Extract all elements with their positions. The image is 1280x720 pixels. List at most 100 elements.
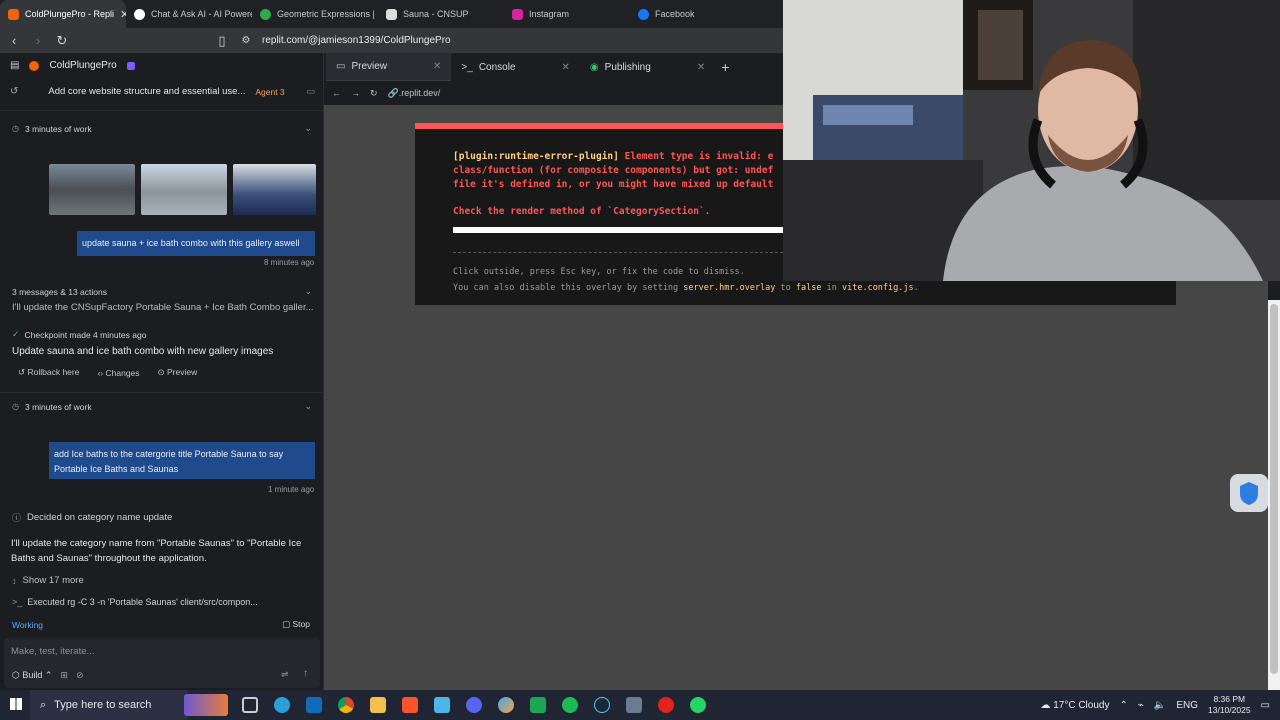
rollback-button[interactable]: ↺ Rollback here bbox=[18, 367, 79, 378]
close-tab-icon[interactable]: ✕ bbox=[433, 61, 441, 72]
tab-label: Publishing bbox=[604, 61, 651, 73]
task-view-icon[interactable] bbox=[242, 697, 258, 713]
build-mode-button[interactable]: ⬡ Build ⌃ bbox=[12, 670, 52, 681]
send-icon[interactable]: ↑ bbox=[303, 668, 308, 679]
changes-label: Changes bbox=[105, 367, 140, 378]
browser-tab-geometric[interactable]: Geometric Expressions | B bbox=[252, 0, 378, 28]
floating-assistant-widget[interactable] bbox=[1230, 474, 1268, 512]
back-icon[interactable]: ‹ bbox=[4, 33, 24, 48]
spotify-icon[interactable] bbox=[562, 697, 578, 713]
message-icon[interactable]: ▭ bbox=[306, 86, 315, 97]
calculator-icon[interactable] bbox=[626, 697, 642, 713]
outlook-icon[interactable] bbox=[306, 697, 322, 713]
error-scroll-bar[interactable] bbox=[453, 227, 783, 233]
tab-publishing[interactable]: ◉ Publishing ✕ bbox=[580, 53, 715, 81]
close-tab-icon[interactable]: ✕ bbox=[562, 62, 570, 73]
chevron-down-icon[interactable]: ⌄ bbox=[304, 286, 312, 297]
preview-label: Preview bbox=[167, 367, 198, 377]
work-summary-2[interactable]: ◷ 3 minutes of work ⌄ bbox=[12, 401, 312, 412]
attach-icon[interactable]: ⊘ bbox=[76, 670, 84, 681]
code-icon: ‹› bbox=[97, 367, 106, 378]
gallery-thumbnail-1[interactable] bbox=[49, 164, 135, 215]
terminal-icon: >_ bbox=[12, 597, 23, 607]
red-app-icon[interactable] bbox=[658, 697, 674, 713]
stop-button[interactable]: ▢ Stop bbox=[282, 619, 310, 630]
error-plugin-name: [plugin:runtime-error-plugin] bbox=[453, 151, 619, 162]
forward-icon[interactable]: › bbox=[28, 33, 48, 48]
whatsapp-icon[interactable] bbox=[690, 697, 706, 713]
search-icon: ⌕ bbox=[40, 698, 47, 711]
stats-app-icon[interactable] bbox=[530, 697, 546, 713]
browser-tab-replit[interactable]: ColdPlungePro - Repli ✕ bbox=[0, 0, 126, 28]
show-more-label: Show 17 more bbox=[22, 575, 84, 586]
chrome-icon[interactable] bbox=[338, 697, 354, 713]
site-info-icon[interactable]: ⚙ bbox=[236, 35, 256, 46]
preview-button[interactable]: ⊙ Preview bbox=[158, 367, 198, 378]
notification-icon[interactable]: ▭ bbox=[1261, 700, 1270, 711]
add-tab-icon[interactable]: + bbox=[721, 59, 729, 75]
project-name[interactable]: ColdPlungePro bbox=[49, 60, 116, 71]
history-icon[interactable]: ↺ bbox=[10, 86, 18, 97]
actions-summary[interactable]: 3 messages & 13 actions ⌄ bbox=[12, 286, 312, 297]
network-icon[interactable]: ⌁ bbox=[1138, 700, 1144, 711]
steam-icon[interactable] bbox=[594, 697, 610, 713]
decision-text: I'll update the category name from "Port… bbox=[11, 538, 302, 564]
close-tab-icon[interactable]: ✕ bbox=[697, 62, 705, 73]
reload-icon[interactable]: ↻ bbox=[52, 33, 72, 49]
sidebar-toggle-icon[interactable]: ▤ bbox=[10, 60, 19, 71]
chat-favicon-icon bbox=[134, 8, 145, 20]
new-chat-icon[interactable]: ⊞ bbox=[60, 670, 68, 681]
volume-icon[interactable]: 🔈 bbox=[1154, 700, 1166, 711]
work-summary-1[interactable]: ◷ 3 minutes of work ⌄ bbox=[12, 123, 312, 134]
discord-icon[interactable] bbox=[466, 697, 482, 713]
app-icon[interactable] bbox=[434, 697, 450, 713]
browser-tab-sauna[interactable]: Sauna - CNSUP bbox=[378, 0, 504, 28]
tab-console[interactable]: >_ Console ✕ bbox=[451, 53, 580, 81]
tab-title: Geometric Expressions | B bbox=[277, 9, 378, 19]
error-message-line-2: class/function (for composite components… bbox=[453, 165, 774, 176]
gallery-thumbnail-3[interactable] bbox=[233, 164, 316, 215]
settings-sliders-icon[interactable]: ⇌ bbox=[281, 669, 289, 680]
changes-button[interactable]: ‹› Changes bbox=[97, 368, 139, 378]
chevron-down-icon[interactable]: ⌄ bbox=[304, 123, 312, 134]
show-hidden-icons-icon[interactable]: ⌃ bbox=[1119, 700, 1127, 711]
agent-badge: Agent 3 bbox=[255, 86, 285, 97]
executed-command-row[interactable]: >_ Executed rg -C 3 -n 'Portable Saunas'… bbox=[12, 597, 258, 607]
preview-url[interactable]: 🔗.replit.dev/ bbox=[388, 88, 441, 99]
error-text: Element type is invalid: e bbox=[618, 151, 774, 162]
browser-tab-instagram[interactable]: Instagram bbox=[504, 0, 630, 28]
project-badge-icon bbox=[126, 61, 135, 70]
file-explorer-icon[interactable] bbox=[370, 697, 386, 713]
brave-browser-icon[interactable] bbox=[402, 697, 418, 713]
copilot-icon[interactable] bbox=[498, 697, 514, 713]
instagram-favicon-icon bbox=[512, 8, 523, 20]
bookmark-icon[interactable]: ▯ bbox=[212, 33, 232, 49]
clock-time: 8:36 PM bbox=[1213, 694, 1246, 704]
preview-tab-icon: ▭ bbox=[336, 61, 346, 72]
url-field[interactable]: replit.com/@jamieson1399/ColdPlungePro bbox=[262, 35, 451, 46]
preview-forward-icon[interactable]: → bbox=[351, 88, 360, 98]
work-icon: ◷ bbox=[12, 124, 19, 133]
tab-preview[interactable]: ▭ Preview ✕ bbox=[326, 53, 452, 81]
preview-reload-icon[interactable]: ↻ bbox=[370, 88, 378, 99]
chat-input[interactable]: Make, test, iterate... bbox=[11, 646, 94, 657]
browser-tab-facebook[interactable]: Facebook bbox=[630, 0, 756, 28]
windows-start-icon[interactable] bbox=[10, 698, 22, 710]
taskbar-search[interactable]: ⌕ Type here to search bbox=[30, 690, 188, 720]
preview-toolbar: ← → ↻ 🔗.replit.dev/ bbox=[324, 81, 784, 105]
weather-text: 17°C Cloudy bbox=[1053, 699, 1110, 711]
shield-logo-icon bbox=[1240, 482, 1258, 505]
shopify-favicon-icon bbox=[260, 8, 271, 20]
edge-browser-icon[interactable] bbox=[274, 697, 290, 713]
preview-back-icon[interactable]: ← bbox=[332, 88, 341, 98]
clock[interactable]: 8:36 PM 13/10/2025 bbox=[1208, 694, 1251, 716]
browser-tab-chat[interactable]: Chat & Ask AI - AI Powere bbox=[126, 0, 252, 28]
scrollbar-thumb[interactable] bbox=[1270, 304, 1278, 674]
weather-widget[interactable]: ☁ 17°C Cloudy bbox=[1040, 700, 1109, 711]
gallery-thumbnail-2[interactable] bbox=[141, 164, 227, 215]
actions-summary-label: 3 messages & 13 actions bbox=[12, 286, 107, 297]
show-more-button[interactable]: ↕ Show 17 more bbox=[12, 575, 84, 586]
chevron-down-icon[interactable]: ⌄ bbox=[304, 401, 312, 412]
language-indicator[interactable]: ENG bbox=[1176, 700, 1198, 711]
checkpoint-actions: ↺ Rollback here ‹› Changes ⊙ Preview bbox=[18, 367, 197, 378]
